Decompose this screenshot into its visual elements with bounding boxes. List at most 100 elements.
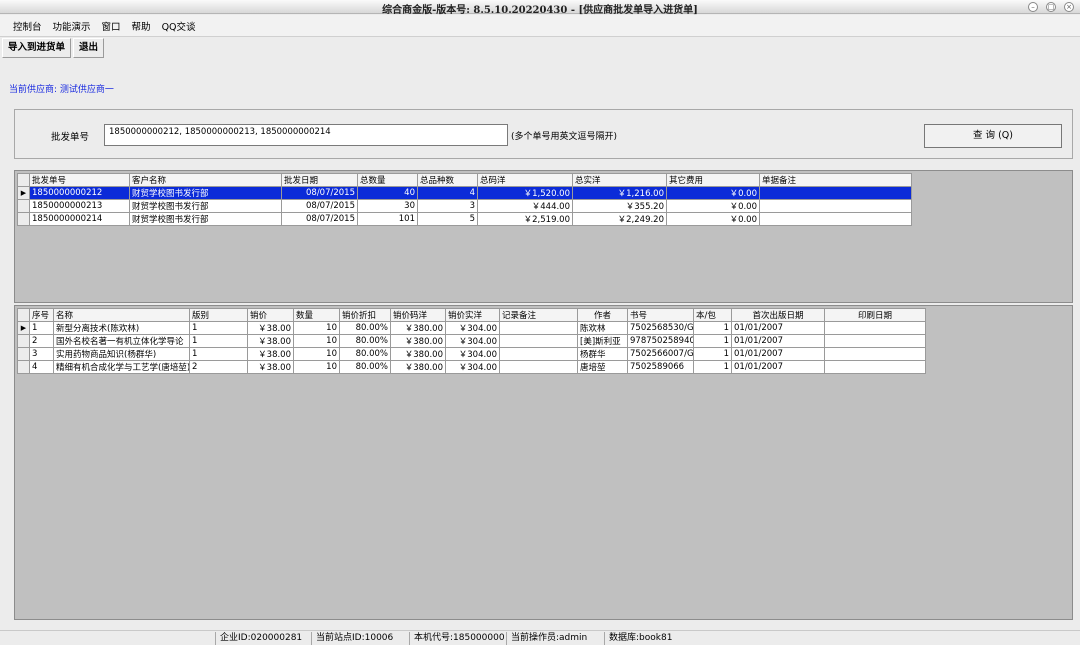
cell: 1 bbox=[189, 334, 248, 348]
import-to-purchase-button[interactable]: 导入到进货单 bbox=[2, 38, 72, 58]
col-price[interactable]: 销价 bbox=[247, 308, 294, 322]
window-title: 综合商金版-版本号: 8.5.10.20220430 - [供应商批发单导入进货… bbox=[382, 5, 698, 16]
menu-qq-chat[interactable]: QQ交谈 bbox=[162, 19, 196, 33]
table-row[interactable]: 4 精细有机合成化学与工艺学(唐培堃) 2 ￥38.00 10 80.00% ￥380.00… bbox=[17, 360, 926, 374]
cell: ￥2,519.00 bbox=[477, 212, 573, 226]
cell: ￥38.00 bbox=[247, 334, 294, 348]
header-indicator bbox=[17, 308, 30, 322]
query-button[interactable]: 查 询 (Q) bbox=[924, 124, 1062, 148]
maximize-icon[interactable]: □ bbox=[1046, 2, 1056, 12]
cell: ￥304.00 bbox=[445, 360, 500, 374]
col-total-list-price[interactable]: 总码洋 bbox=[477, 173, 573, 187]
col-total-kinds[interactable]: 总品种数 bbox=[417, 173, 478, 187]
order-number-input[interactable]: 1850000000212, 1850000000213, 1850000000… bbox=[104, 124, 508, 146]
orders-grid: 批发单号 客户名称 批发日期 总数量 总品种数 总码洋 总实洋 其它费用 单据备… bbox=[17, 173, 912, 226]
menu-window[interactable]: 窗口 bbox=[102, 19, 121, 33]
cell: 1850000000214 bbox=[29, 212, 130, 226]
cell bbox=[824, 347, 926, 361]
cell: 101 bbox=[357, 212, 418, 226]
cell: ￥380.00 bbox=[390, 347, 446, 361]
col-author[interactable]: 作者 bbox=[577, 308, 628, 322]
col-total-qty[interactable]: 总数量 bbox=[357, 173, 418, 187]
table-row[interactable]: 2 国外名校名著一有机立体化学导论 1 ￥38.00 10 80.00% ￥380.00 ￥3… bbox=[17, 334, 926, 348]
table-row[interactable]: 3 实用药物商品知识(杨群华) 1 ￥38.00 10 80.00% ￥380.00 ￥304… bbox=[17, 347, 926, 361]
col-name[interactable]: 名称 bbox=[53, 308, 190, 322]
cell: 精细有机合成化学与工艺学(唐培堃) bbox=[53, 360, 190, 374]
col-date[interactable]: 批发日期 bbox=[281, 173, 358, 187]
cell: [美]斯利亚 bbox=[577, 334, 628, 348]
cell: 80.00% bbox=[339, 334, 391, 348]
cell: ￥355.20 bbox=[572, 199, 667, 213]
menu-demo[interactable]: 功能演示 bbox=[53, 19, 91, 33]
cell: 财贸学校图书发行部 bbox=[129, 186, 282, 200]
table-row[interactable]: ▶ 1850000000212 财贸学校图书发行部 08/07/2015 40 … bbox=[17, 186, 912, 200]
col-other-fees[interactable]: 其它费用 bbox=[666, 173, 760, 187]
cell: 3 bbox=[417, 199, 478, 213]
col-list-amount[interactable]: 销价码洋 bbox=[390, 308, 446, 322]
col-discount[interactable]: 销价折扣 bbox=[339, 308, 391, 322]
cell: 唐培堃 bbox=[577, 360, 628, 374]
title-bar: 综合商金版-版本号: 8.5.10.20220430 - [供应商批发单导入进货… bbox=[0, 0, 1080, 16]
cell: 7502589066 bbox=[627, 360, 694, 374]
col-first-pub-date[interactable]: 首次出版日期 bbox=[731, 308, 825, 322]
cell: 财贸学校图书发行部 bbox=[129, 212, 282, 226]
col-order-remark[interactable]: 单据备注 bbox=[759, 173, 912, 187]
cell: 10 bbox=[293, 321, 340, 335]
cell: 国外名校名著一有机立体化学导论 bbox=[53, 334, 190, 348]
cell: 9787502589400 bbox=[627, 334, 694, 348]
table-row[interactable]: 1850000000213 财贸学校图书发行部 08/07/2015 30 3 … bbox=[17, 199, 912, 213]
cell: 1 bbox=[189, 321, 248, 335]
cell: 4 bbox=[29, 360, 54, 374]
col-seq[interactable]: 序号 bbox=[29, 308, 54, 322]
exit-button[interactable]: 退出 bbox=[73, 38, 105, 58]
table-row[interactable]: ▶ 1 新型分离技术(陈欢林) 1 ￥38.00 10 80.00% ￥380.00 ￥304.… bbox=[17, 321, 926, 335]
header-indicator bbox=[17, 173, 30, 187]
cell: 7502568530/G bbox=[627, 321, 694, 335]
row-indicator bbox=[17, 360, 30, 374]
cell: 08/07/2015 bbox=[281, 212, 358, 226]
row-indicator bbox=[17, 334, 30, 348]
col-net-amount[interactable]: 销价实洋 bbox=[445, 308, 500, 322]
cell: 01/01/2007 bbox=[731, 347, 825, 361]
cell: 80.00% bbox=[339, 360, 391, 374]
menu-help[interactable]: 帮助 bbox=[132, 19, 151, 33]
menu-console[interactable]: 控制台 bbox=[13, 19, 42, 33]
row-indicator: ▶ bbox=[17, 321, 30, 335]
col-qty[interactable]: 数量 bbox=[293, 308, 340, 322]
cell bbox=[759, 186, 912, 200]
cell: ￥38.00 bbox=[247, 347, 294, 361]
row-pointer-icon: ▶ bbox=[20, 324, 27, 332]
cell: 01/01/2007 bbox=[731, 360, 825, 374]
cell: 1850000000213 bbox=[29, 199, 130, 213]
cell bbox=[499, 347, 578, 361]
current-supplier: 当前供应商: 测试供应商一 bbox=[9, 85, 114, 95]
cell: 1 bbox=[693, 334, 732, 348]
order-number-hint: (多个单号用英文逗号隔开) bbox=[511, 132, 618, 142]
cell: ￥380.00 bbox=[390, 360, 446, 374]
col-isbn[interactable]: 书号 bbox=[627, 308, 694, 322]
col-customer[interactable]: 客户名称 bbox=[129, 173, 282, 187]
cell: 3 bbox=[29, 347, 54, 361]
col-record-remark[interactable]: 记录备注 bbox=[499, 308, 578, 322]
status-database: 数据库:book81 bbox=[604, 632, 672, 645]
minimize-icon[interactable]: – bbox=[1028, 2, 1038, 12]
cell: 2 bbox=[189, 360, 248, 374]
status-machine-code: 本机代号:185000000 bbox=[409, 632, 505, 645]
table-row[interactable]: 1850000000214 财贸学校图书发行部 08/07/2015 101 5… bbox=[17, 212, 912, 226]
cell: 1 bbox=[189, 347, 248, 361]
cell: ￥1,216.00 bbox=[572, 186, 667, 200]
col-print-date[interactable]: 印刷日期 bbox=[824, 308, 926, 322]
cell: 新型分离技术(陈欢林) bbox=[53, 321, 190, 335]
col-per-pack[interactable]: 本/包 bbox=[693, 308, 732, 322]
cell bbox=[824, 321, 926, 335]
close-icon[interactable]: × bbox=[1064, 2, 1074, 12]
col-total-net-price[interactable]: 总实洋 bbox=[572, 173, 667, 187]
col-edition[interactable]: 版别 bbox=[189, 308, 248, 322]
col-order-number[interactable]: 批发单号 bbox=[29, 173, 130, 187]
orders-panel: 批发单号 客户名称 批发日期 总数量 总品种数 总码洋 总实洋 其它费用 单据备… bbox=[14, 170, 1073, 303]
cell: ￥380.00 bbox=[390, 334, 446, 348]
row-pointer-icon: ▶ bbox=[20, 189, 27, 197]
cell: ￥38.00 bbox=[247, 360, 294, 374]
cell: 4 bbox=[417, 186, 478, 200]
cell bbox=[824, 334, 926, 348]
